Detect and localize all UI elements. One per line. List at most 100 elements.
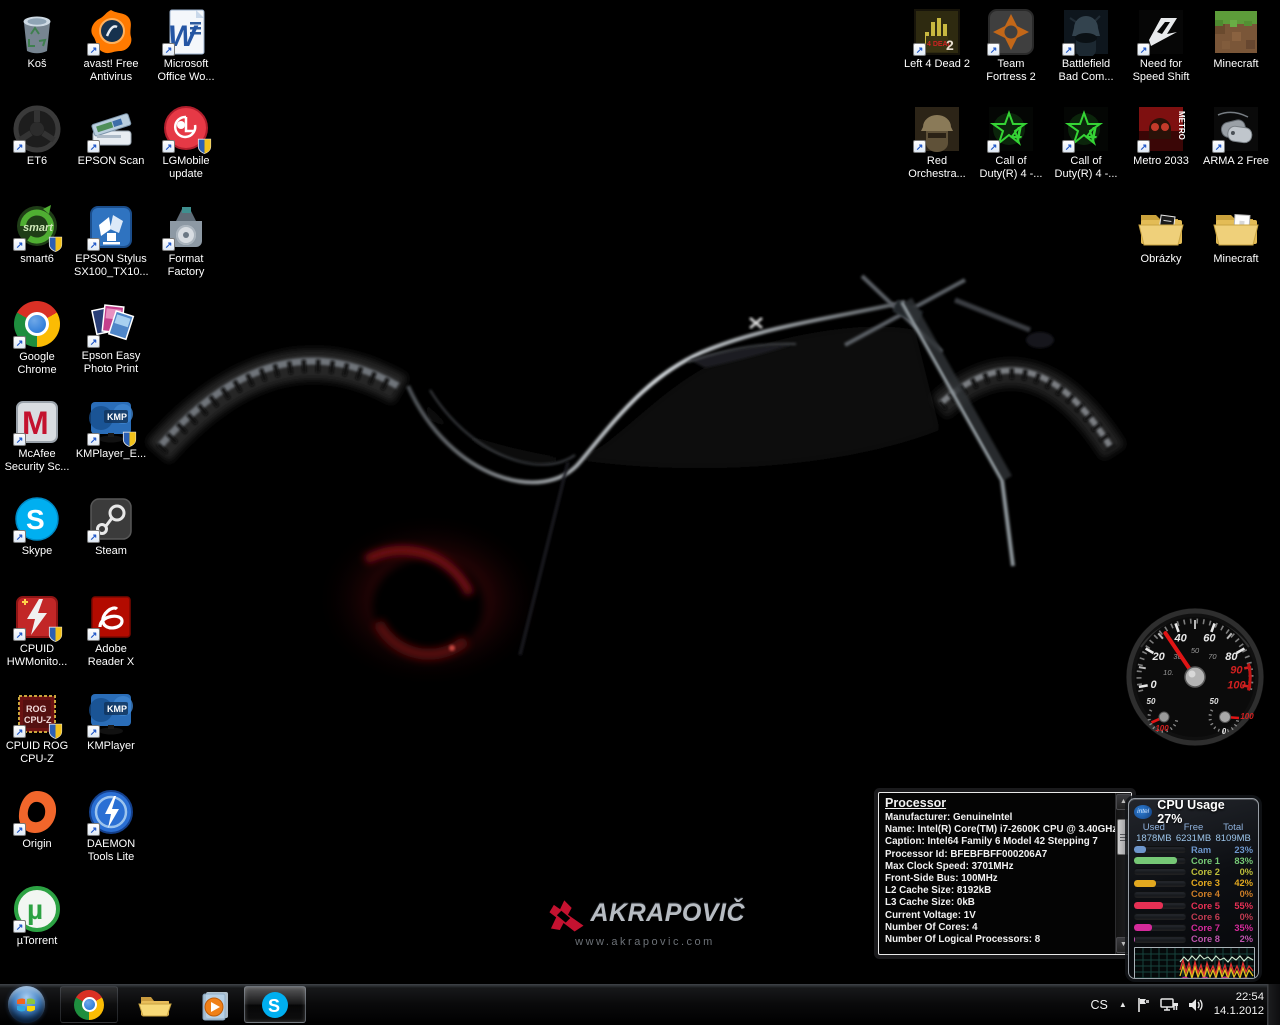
shortcut-arrow-icon: ↗ bbox=[1137, 43, 1150, 56]
desktop-icon-steam[interactable]: ↗ Steam bbox=[74, 495, 148, 558]
start-button[interactable] bbox=[8, 986, 45, 1023]
processor-info-panel[interactable]: Processor Manufacturer: GenuineIntel Nam… bbox=[878, 792, 1132, 955]
desktop-icon-adobe-reader[interactable]: ↗ Adobe Reader X bbox=[74, 593, 148, 669]
clock-date: 14.1.2012 bbox=[1214, 1005, 1264, 1019]
desktop-icon-daemon-tools[interactable]: ↗ DAEMON Tools Lite bbox=[74, 788, 148, 864]
desktop-icon-mcafee[interactable]: M ↗ McAfee Security Sc... bbox=[0, 398, 74, 474]
desktop-icon-word[interactable]: W ↗ Microsoft Office Wo... bbox=[149, 8, 223, 84]
uac-shield-icon bbox=[197, 138, 212, 154]
kmplayer-icon: KMP ↗ bbox=[87, 398, 135, 446]
desktop-icon-origin[interactable]: ↗ Origin bbox=[0, 788, 74, 851]
desktop-icon-nfs-shift[interactable]: ↗ Need for Speed Shift bbox=[1124, 8, 1198, 84]
svg-text:20: 20 bbox=[1151, 651, 1165, 663]
desktop-icon-kmplayer-e[interactable]: KMP ↗ KMPlayer_E... bbox=[74, 398, 148, 461]
desktop-icon-avast[interactable]: ↗ avast! Free Antivirus bbox=[74, 8, 148, 84]
desktop-icon-smart6[interactable]: smart ↗ smart6 bbox=[0, 203, 74, 266]
desktop-icon-lgmobile[interactable]: ↗ LGMobile update bbox=[149, 105, 223, 181]
icon-label: Call of Duty(R) 4 -... bbox=[1049, 155, 1123, 181]
network-icon[interactable] bbox=[1160, 997, 1179, 1013]
lg-icon: ↗ bbox=[162, 105, 210, 153]
shortcut-arrow-icon: ↗ bbox=[13, 823, 26, 836]
taskbar-clock[interactable]: 22:54 14.1.2012 bbox=[1214, 991, 1264, 1018]
icon-label: EPSON Stylus SX100_TX10... bbox=[74, 253, 148, 279]
svg-text:50: 50 bbox=[1147, 697, 1156, 706]
icon-label: McAfee Security Sc... bbox=[0, 448, 74, 474]
desktop-icon-metro2033[interactable]: METRO ↗ Metro 2033 bbox=[1124, 105, 1198, 168]
steering-wheel-icon: ↗ bbox=[13, 105, 61, 153]
shortcut-arrow-icon: ↗ bbox=[162, 140, 175, 153]
icon-label: DAEMON Tools Lite bbox=[74, 838, 148, 864]
show-desktop-button[interactable] bbox=[1267, 984, 1280, 1025]
shortcut-arrow-icon: ↗ bbox=[13, 725, 26, 738]
svg-text:0: 0 bbox=[1151, 679, 1158, 691]
shortcut-arrow-icon: ↗ bbox=[162, 238, 175, 251]
svg-text:KMP: KMP bbox=[107, 704, 127, 714]
shortcut-arrow-icon: ↗ bbox=[913, 43, 926, 56]
svg-text:S: S bbox=[268, 996, 280, 1016]
explorer-folder-icon bbox=[138, 991, 172, 1019]
battlefield-icon: ↗ bbox=[1062, 8, 1110, 56]
icon-label: Minecraft bbox=[1199, 253, 1273, 266]
processor-line: Manufacturer: GenuineIntel bbox=[885, 812, 1111, 824]
metro2033-icon: METRO ↗ bbox=[1137, 105, 1185, 153]
cpu-usage-gadget[interactable]: intel CPU Usage 27% UsedFreeTotal 1878MB… bbox=[1128, 798, 1259, 979]
desktop-icon-skype[interactable]: S ↗ Skype bbox=[0, 495, 74, 558]
desktop-icon-folder-minecraft[interactable]: Minecraft bbox=[1199, 203, 1273, 266]
gadget-row-core6: Core 6 0% bbox=[1134, 911, 1253, 922]
word-icon: W ↗ bbox=[162, 8, 210, 56]
language-indicator[interactable]: CS bbox=[1088, 998, 1109, 1012]
taskbar-chrome-button[interactable] bbox=[60, 986, 118, 1023]
desktop-icon-epson-stylus[interactable]: ↗ EPSON Stylus SX100_TX10... bbox=[74, 203, 148, 279]
adobe-reader-icon: ↗ bbox=[87, 593, 135, 641]
gadget-row-core7: Core 7 35% bbox=[1134, 922, 1253, 933]
origin-icon: ↗ bbox=[13, 788, 61, 836]
icon-label: Skype bbox=[0, 545, 74, 558]
processor-line: Name: Intel(R) Core(TM) i7-2600K CPU @ 3… bbox=[885, 824, 1111, 836]
desktop-icon-epson-easy-photo[interactable]: ↗ Epson Easy Photo Print bbox=[74, 300, 148, 376]
icon-label: KMPlayer bbox=[74, 740, 148, 753]
desktop-icon-folder-obrazky[interactable]: Obrázky bbox=[1124, 203, 1198, 266]
desktop-icon-cpuid-cpuz[interactable]: ROG CPU-Z ↗ CPUID ROG CPU-Z bbox=[0, 690, 74, 766]
desktop-icon-minecraft[interactable]: Minecraft bbox=[1199, 8, 1273, 71]
desktop-icon-et6[interactable]: ↗ ET6 bbox=[0, 105, 74, 168]
skype-icon: S bbox=[260, 990, 290, 1020]
show-hidden-icons-button[interactable]: ▲ bbox=[1119, 1000, 1127, 1009]
gadget-title: CPU Usage bbox=[1157, 798, 1224, 812]
processor-line: L3 Cache Size: 0kB bbox=[885, 897, 1111, 909]
svg-text:µ: µ bbox=[27, 894, 43, 925]
desktop-icon-format-factory[interactable]: ↗ Format Factory bbox=[149, 203, 223, 279]
cpu-gauge-widget[interactable]: 0 20 40 60 80 90 100 10. 30 50 70 50 100… bbox=[1125, 607, 1265, 747]
format-factory-icon: ↗ bbox=[162, 203, 210, 251]
shortcut-arrow-icon: ↗ bbox=[13, 628, 26, 641]
shortcut-arrow-icon: ↗ bbox=[987, 140, 1000, 153]
desktop-icon-kmplayer[interactable]: KMP ↗ KMPlayer bbox=[74, 690, 148, 753]
shortcut-arrow-icon: ↗ bbox=[87, 238, 100, 251]
shortcut-arrow-icon: ↗ bbox=[87, 628, 100, 641]
desktop-icon-red-orchestra[interactable]: ↗ Red Orchestra... bbox=[900, 105, 974, 181]
icon-label: Steam bbox=[74, 545, 148, 558]
desktop-icon-recycle-bin[interactable]: Koš bbox=[0, 8, 74, 71]
icon-label: Google Chrome bbox=[0, 351, 74, 377]
action-center-flag-icon[interactable] bbox=[1136, 997, 1151, 1013]
desktop-icon-arma2free[interactable]: ↗ ARMA 2 Free bbox=[1199, 105, 1273, 168]
taskbar-skype-button[interactable]: S bbox=[244, 986, 306, 1023]
desktop-icon-battlefield[interactable]: ↗ Battlefield Bad Com... bbox=[1049, 8, 1123, 84]
desktop-icon-google-chrome[interactable]: ↗ Google Chrome bbox=[0, 300, 74, 377]
svg-text:4: 4 bbox=[1085, 124, 1097, 146]
desktop-icon-left4dead2[interactable]: 4 DEAD 2 ↗ Left 4 Dead 2 bbox=[900, 8, 974, 71]
taskbar-explorer-button[interactable] bbox=[126, 986, 184, 1023]
desktop-icon-cpuid-hwmonitor[interactable]: ↗ CPUID HWMonito... bbox=[0, 593, 74, 669]
kmplayer-icon: KMP ↗ bbox=[87, 690, 135, 738]
shortcut-arrow-icon: ↗ bbox=[13, 433, 26, 446]
desktop-icon-team-fortress2[interactable]: ↗ Team Fortress 2 bbox=[974, 8, 1048, 84]
desktop-icon-cod4-b[interactable]: 4 ↗ Call of Duty(R) 4 -... bbox=[1049, 105, 1123, 181]
memory-values: 1878MB6231MB8109MB bbox=[1134, 833, 1253, 844]
cod4-icon: 4 ↗ bbox=[1062, 105, 1110, 153]
desktop-icon-utorrent[interactable]: µ ↗ µTorrent bbox=[0, 885, 74, 948]
memory-headers: UsedFreeTotal bbox=[1134, 822, 1253, 833]
volume-icon[interactable] bbox=[1188, 997, 1205, 1013]
desktop-icon-epson-scan[interactable]: ↗ EPSON Scan bbox=[74, 105, 148, 168]
gadget-row-core4: Core 4 0% bbox=[1134, 889, 1253, 900]
desktop-icon-cod4-a[interactable]: 4 ↗ Call of Duty(R) 4 -... bbox=[974, 105, 1048, 181]
taskbar-wmp-button[interactable] bbox=[186, 986, 244, 1023]
